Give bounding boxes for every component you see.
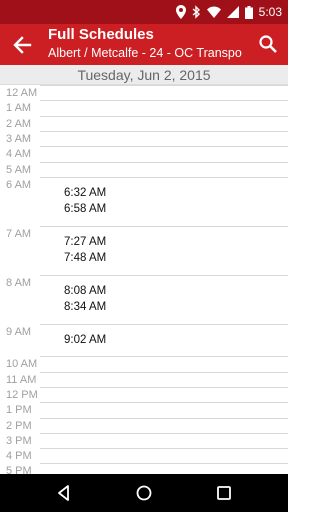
hour-divider (40, 463, 288, 465)
hour-label: 4 AM (6, 148, 32, 161)
hour-row: 5 AM (0, 161, 288, 177)
hour-label: 12 PM (6, 388, 38, 401)
hour-row: 7 AM (0, 225, 288, 241)
hour-divider (40, 448, 288, 450)
navigation-bar (0, 474, 288, 512)
hour-divider (40, 85, 288, 86)
page-subtitle: Albert / Metcalfe - 24 - OC Transpo (48, 46, 242, 60)
hour-row: 4 AM (0, 146, 288, 161)
hour-divider (40, 115, 288, 117)
hour-label: 10 AM (6, 358, 38, 371)
page-title: Full Schedules (48, 26, 154, 43)
hour-row: 3 PM (0, 432, 288, 448)
hour-label: 3 AM (6, 132, 32, 145)
hour-label: 1 PM (6, 404, 32, 417)
hour-label: 12 AM (6, 87, 38, 99)
hour-row: 11 AM (0, 371, 288, 387)
recents-nav-icon[interactable] (214, 483, 234, 503)
hour-label: 4 PM (6, 450, 32, 463)
hour-row: 9 AM (0, 323, 288, 339)
hour-divider (40, 417, 288, 419)
hour-divider (40, 356, 288, 358)
hour-row: 5 PM (0, 463, 288, 474)
trip-time[interactable]: 6:32 AM (64, 186, 106, 200)
back-arrow-icon[interactable] (8, 32, 36, 58)
location-icon (175, 5, 186, 19)
hour-divider (40, 100, 288, 102)
trip-time[interactable]: 7:48 AM (64, 251, 106, 265)
wifi-icon (206, 6, 221, 18)
search-icon[interactable] (256, 32, 280, 56)
hour-row: 8 AM (0, 274, 288, 290)
hour-divider (40, 130, 288, 132)
hour-row: 2 AM (0, 115, 288, 131)
hour-divider (40, 402, 288, 404)
status-bar: 5:03 (0, 0, 288, 24)
date-header[interactable]: Tuesday, Jun 2, 2015 (0, 65, 288, 85)
hour-row: 12 AM (0, 85, 288, 100)
trip-time[interactable]: 7:27 AM (64, 235, 106, 249)
hour-divider (40, 274, 288, 276)
hour-row: 1 PM (0, 402, 288, 417)
trip-time[interactable]: 9:02 AM (64, 333, 106, 347)
hour-divider (40, 176, 288, 178)
hour-row: 1 AM (0, 100, 288, 115)
trip-time[interactable]: 8:34 AM (64, 300, 106, 314)
hour-divider (40, 146, 288, 148)
hour-label: 2 AM (6, 117, 32, 130)
schedule-list[interactable]: 12 AM 1 AM 2 AM 3 AM 4 AM 5 AM 6 AM 6:32 AM 6:58… (0, 85, 288, 474)
cellular-signal-icon (226, 6, 239, 18)
hour-label: 3 PM (6, 434, 32, 447)
hour-label: 6 AM (6, 178, 32, 191)
app-bar: Full Schedules Albert / Metcalfe - 24 - … (0, 24, 288, 65)
trip-time[interactable]: 8:08 AM (64, 284, 106, 298)
back-nav-icon[interactable] (54, 483, 74, 503)
bluetooth-icon (192, 5, 200, 19)
hour-divider (40, 225, 288, 227)
hour-label: 2 PM (6, 419, 32, 432)
hour-divider (40, 161, 288, 163)
hour-row: 3 AM (0, 130, 288, 146)
battery-icon (244, 5, 253, 19)
hour-label: 8 AM (6, 276, 32, 289)
hour-label: 9 AM (6, 325, 32, 338)
hour-label: 5 PM (6, 465, 32, 474)
hour-divider (40, 323, 288, 325)
hour-row: 6 AM (0, 176, 288, 192)
status-icons: 5:03 (175, 4, 282, 20)
hour-divider (40, 386, 288, 388)
hour-row: 12 PM (0, 386, 288, 402)
status-time: 5:03 (258, 5, 282, 19)
hour-label: 1 AM (6, 102, 32, 115)
hour-divider (40, 371, 288, 373)
hour-divider (40, 432, 288, 434)
hour-label: 5 AM (6, 163, 32, 176)
trip-time[interactable]: 6:58 AM (64, 202, 106, 216)
hour-label: 7 AM (6, 227, 32, 240)
hour-row: 4 PM (0, 448, 288, 463)
hour-row: 2 PM (0, 417, 288, 433)
home-nav-icon[interactable] (134, 483, 154, 503)
hour-row: 10 AM (0, 356, 288, 371)
hour-label: 11 AM (6, 373, 37, 386)
